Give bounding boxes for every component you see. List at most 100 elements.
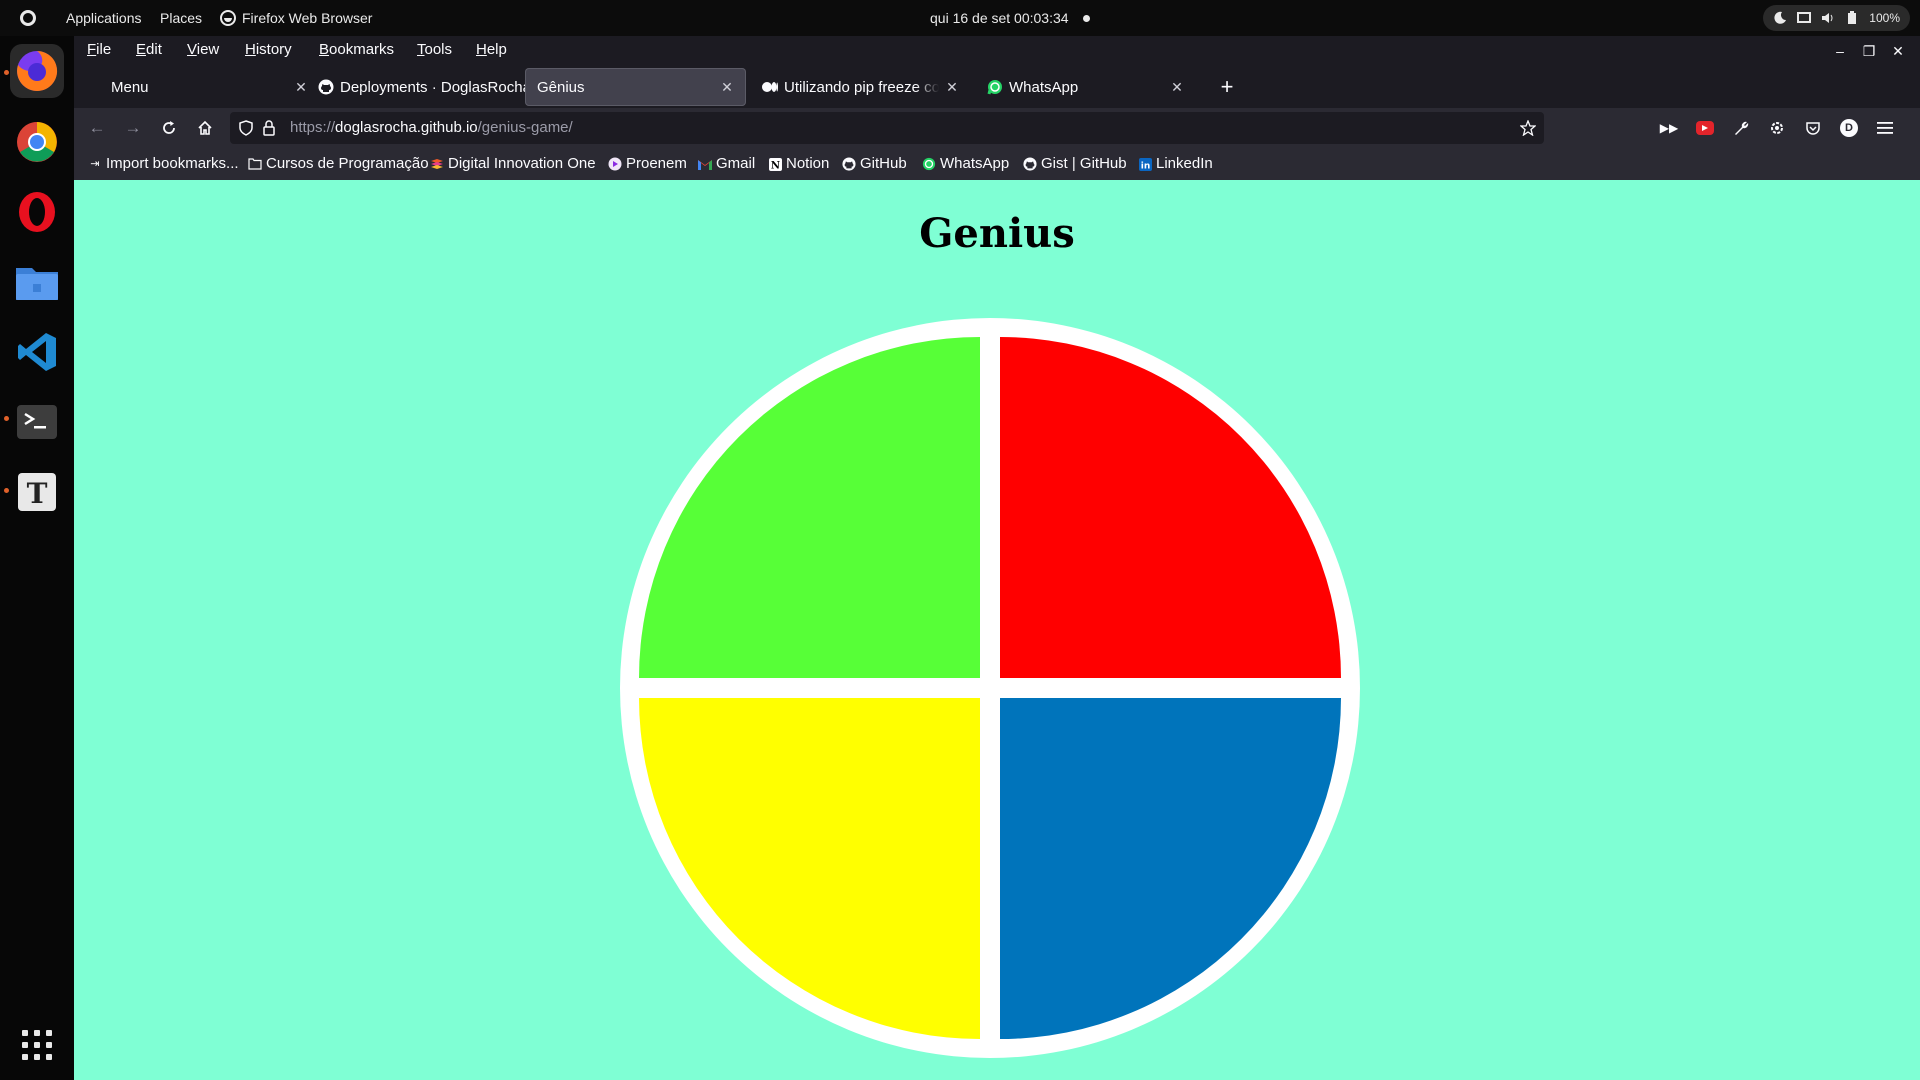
bookmark-label: Digital Innovation One xyxy=(448,155,596,172)
extension-video-icon[interactable] xyxy=(1690,113,1720,143)
bookmark-gist[interactable]: Gist | GitHub xyxy=(1023,148,1127,180)
bookmark-star-icon[interactable] xyxy=(1520,120,1536,136)
menu-file[interactable]: File xyxy=(87,36,111,66)
bookmark-label: LinkedIn xyxy=(1156,155,1213,172)
applications-menu[interactable]: Applications xyxy=(66,0,142,36)
svg-text:N: N xyxy=(770,160,779,171)
svg-text:T: T xyxy=(27,477,48,510)
chrome-icon xyxy=(17,122,57,162)
url-path: /genius-game/ xyxy=(477,119,573,136)
tab-label: Utilizando pip freeze corretamente xyxy=(784,78,939,96)
bookmark-github[interactable]: GitHub xyxy=(842,148,907,180)
minimize-icon[interactable]: – xyxy=(1826,36,1854,66)
bookmark-label: GitHub xyxy=(860,155,907,172)
github-icon xyxy=(842,157,856,171)
url-host: doglasrocha.github.io xyxy=(335,119,478,136)
dock-terminal[interactable] xyxy=(10,395,64,449)
clock[interactable]: qui 16 de set 00:03:34 xyxy=(930,0,1090,36)
lock-icon[interactable] xyxy=(262,120,276,136)
system-tray[interactable]: 100% xyxy=(1763,5,1910,31)
notion-icon: N xyxy=(768,157,782,171)
settings-gear-icon[interactable] xyxy=(1762,113,1792,143)
dio-icon xyxy=(430,157,444,171)
battery-percentage: 100% xyxy=(1869,11,1900,25)
forward-arrow-icon[interactable]: → xyxy=(118,113,148,143)
menu-help[interactable]: Help xyxy=(476,36,507,66)
close-tab-icon[interactable]: ✕ xyxy=(718,79,736,96)
show-applications-icon[interactable] xyxy=(22,1030,52,1060)
medium-icon xyxy=(762,79,778,95)
tab-whatsapp[interactable]: WhatsApp ✕ xyxy=(975,68,1196,106)
close-tab-icon[interactable]: ✕ xyxy=(1168,79,1186,96)
volume-icon xyxy=(1822,13,1833,23)
green-pad[interactable] xyxy=(639,337,980,678)
dock-files[interactable] xyxy=(10,255,64,309)
close-tab-icon[interactable]: ✕ xyxy=(943,79,961,96)
menu-view[interactable]: View xyxy=(187,36,219,66)
app-menu-label: Firefox Web Browser xyxy=(242,10,373,26)
account-avatar-icon[interactable]: D xyxy=(1834,113,1864,143)
hamburger-menu-icon[interactable] xyxy=(1870,113,1900,143)
tab-label: WhatsApp xyxy=(1009,78,1079,96)
bookmark-whatsapp[interactable]: WhatsApp xyxy=(922,148,1009,180)
tab-label: Gênius xyxy=(537,78,585,96)
import-icon: ⇥ xyxy=(90,158,100,170)
terminal-icon xyxy=(17,405,57,439)
bookmark-label: Cursos de Programação xyxy=(266,155,429,172)
clock-label: qui 16 de set 00:03:34 xyxy=(930,10,1069,26)
dock-opera[interactable] xyxy=(10,185,64,239)
tracking-shield-icon[interactable] xyxy=(238,120,254,136)
firefox-window: File Edit View History Bookmarks Tools H… xyxy=(74,36,1920,1080)
new-tab-button[interactable]: + xyxy=(1212,72,1242,102)
navigation-toolbar: ← → https://doglasrocha.github.io/genius… xyxy=(74,108,1920,148)
bookmark-label: WhatsApp xyxy=(940,155,1010,172)
menu-tools[interactable]: Tools xyxy=(417,36,452,66)
tab-menu[interactable]: Menu ✕ xyxy=(99,68,320,106)
dock-vscode[interactable] xyxy=(10,325,64,379)
app-menu[interactable]: Firefox Web Browser xyxy=(220,0,372,36)
red-pad[interactable] xyxy=(1000,337,1341,678)
tab-label: Menu xyxy=(111,78,149,96)
firefox-icon xyxy=(17,50,58,91)
bookmark-gmail[interactable]: Gmail xyxy=(698,148,755,180)
bookmark-import[interactable]: ⇥ Import bookmarks... xyxy=(88,148,239,180)
extension-forward-icon[interactable]: ▶▶ xyxy=(1654,113,1684,143)
blue-pad[interactable] xyxy=(1000,698,1341,1039)
genius-board xyxy=(620,318,1360,1058)
restore-icon[interactable]: ❐ xyxy=(1855,36,1883,66)
battery-icon xyxy=(1848,11,1857,24)
yellow-pad[interactable] xyxy=(639,698,980,1039)
screen-icon xyxy=(1797,12,1812,23)
wrench-icon[interactable] xyxy=(1726,113,1756,143)
bookmark-dio[interactable]: Digital Innovation One xyxy=(430,148,596,180)
address-bar[interactable]: https://doglasrocha.github.io/genius-gam… xyxy=(230,112,1544,144)
tab-pip-freeze[interactable]: Utilizando pip freeze corretamente ✕ xyxy=(750,68,971,106)
bookmark-cursos[interactable]: Cursos de Programação xyxy=(248,148,429,180)
dock-text-editor[interactable]: T xyxy=(10,465,64,519)
svg-text:in: in xyxy=(1140,161,1150,171)
close-window-icon[interactable]: ✕ xyxy=(1884,36,1912,66)
dock: T xyxy=(0,36,74,1080)
bookmark-linkedin[interactable]: in LinkedIn xyxy=(1138,148,1213,180)
dock-firefox[interactable] xyxy=(10,44,64,98)
dock-chrome[interactable] xyxy=(10,115,64,169)
bookmark-notion[interactable]: N Notion xyxy=(768,148,829,180)
bookmark-label: Import bookmarks... xyxy=(106,155,239,172)
whatsapp-icon xyxy=(987,79,1003,95)
pocket-icon[interactable] xyxy=(1798,113,1828,143)
bookmark-proenem[interactable]: Proenem xyxy=(608,148,687,180)
bookmarks-toolbar: ⇥ Import bookmarks... Cursos de Programaç… xyxy=(74,148,1920,180)
places-menu[interactable]: Places xyxy=(160,0,202,36)
menu-edit[interactable]: Edit xyxy=(136,36,162,66)
back-arrow-icon[interactable]: ← xyxy=(82,113,112,143)
menu-history[interactable]: History xyxy=(245,36,292,66)
activities-button[interactable] xyxy=(14,4,42,32)
menu-bookmarks[interactable]: Bookmarks xyxy=(319,36,394,66)
home-icon[interactable] xyxy=(190,113,220,143)
bookmark-label: Notion xyxy=(786,155,830,172)
vscode-icon xyxy=(18,333,56,371)
activities-icon xyxy=(20,10,36,26)
github-icon xyxy=(318,79,334,95)
tab-genius[interactable]: Gênius ✕ xyxy=(525,68,746,106)
reload-icon[interactable] xyxy=(154,113,184,143)
